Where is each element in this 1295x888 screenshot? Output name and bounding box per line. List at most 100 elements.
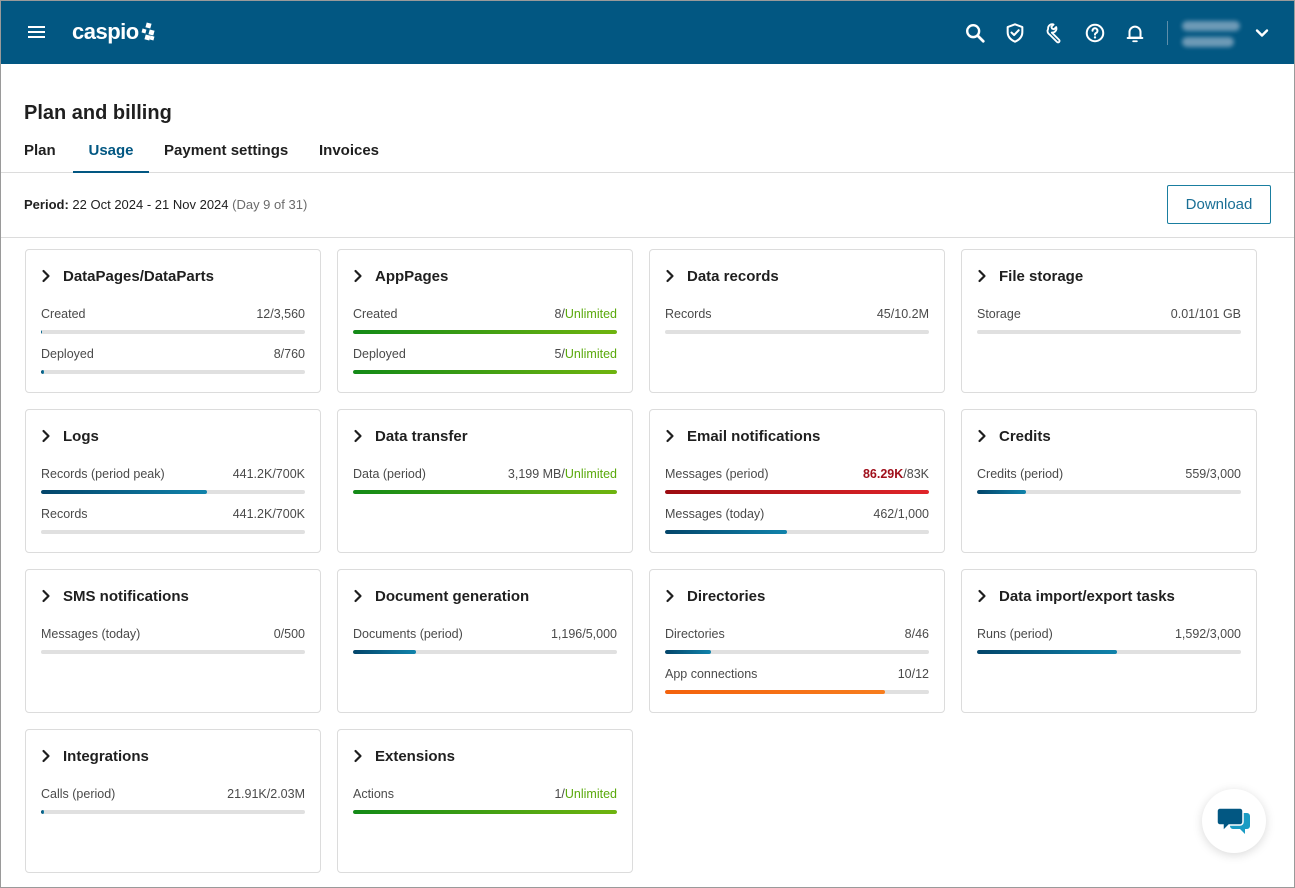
metric-used: 86.29K [862, 467, 904, 481]
usage-progress-fill [665, 650, 711, 654]
card-expand-toggle[interactable]: Credits [977, 425, 1051, 447]
usage-progress-fill [41, 370, 44, 374]
card-title: Logs [63, 427, 99, 445]
chevron-right-icon [353, 589, 365, 603]
usage-progress-bar [353, 330, 617, 334]
usage-progress-bar [665, 490, 929, 494]
metric-limit: 12 [915, 667, 929, 681]
metric-label: Runs (period) [977, 627, 1053, 641]
chevron-down-icon[interactable] [1242, 13, 1282, 53]
usage-card: DataPages/DataParts Created 12/3,560 Deploy… [25, 249, 321, 393]
card-title: Data import/export tasks [999, 587, 1175, 605]
search-icon[interactable] [955, 13, 995, 53]
card-expand-toggle[interactable]: Data import/export tasks [977, 585, 1175, 607]
card-expand-toggle[interactable]: File storage [977, 265, 1083, 287]
metric-limit: 2.03M [270, 787, 305, 801]
metric-value: 1/Unlimited [554, 787, 617, 801]
metric-label: Calls (period) [41, 787, 116, 801]
usage-progress-fill [41, 810, 44, 814]
logo-mark-icon [141, 21, 155, 43]
chat-support-button[interactable] [1202, 789, 1266, 853]
metric-value: 8/Unlimited [554, 307, 617, 321]
metric-value: 3,199 MB/Unlimited [507, 467, 617, 481]
chevron-right-icon [665, 269, 677, 283]
metric-used: 12 [256, 307, 271, 321]
metric-value: 559/3,000 [1185, 467, 1241, 481]
tab-payment-settings[interactable]: Payment settings [164, 139, 290, 173]
chevron-right-icon [41, 589, 53, 603]
card-expand-toggle[interactable]: Logs [41, 425, 99, 447]
metric-limit: Unlimited [564, 787, 617, 801]
metric-label: Messages (today) [665, 507, 765, 521]
usage-card: Extensions Actions 1/Unlimited [337, 729, 633, 873]
tab-bar: Plan Usage Payment settings Invoices [1, 139, 1294, 173]
usage-metric: App connections 10/12 [665, 666, 929, 706]
usage-card: AppPages Created 8/Unlimited Deployed 5/Unli… [337, 249, 633, 393]
caspio-logo[interactable]: caspio [72, 17, 155, 47]
chevron-right-icon [665, 429, 677, 443]
period-label: Period: [24, 197, 69, 212]
metric-value: 441.2K/700K [232, 507, 305, 521]
usage-card: Credits Credits (period) 559/3,000 [961, 409, 1257, 553]
metric-value: 0/500 [273, 627, 305, 641]
usage-card: Logs Records (period peak) 441.2K/700K Reco… [25, 409, 321, 553]
metric-value: 8/46 [904, 627, 929, 641]
usage-card: Data transfer Data (period) 3,199 MB/Unlim… [337, 409, 633, 553]
card-title: SMS notifications [63, 587, 189, 605]
metric-value: 12/3,560 [256, 307, 305, 321]
card-expand-toggle[interactable]: Extensions [353, 745, 455, 767]
card-expand-toggle[interactable]: DataPages/DataParts [41, 265, 214, 287]
card-expand-toggle[interactable]: AppPages [353, 265, 448, 287]
tab-plan[interactable]: Plan [24, 139, 58, 173]
usage-card: Data import/export tasks Runs (period) 1,5… [961, 569, 1257, 713]
usage-card: Data records Records 45/10.2M [649, 249, 945, 393]
wrench-icon[interactable] [1035, 13, 1075, 53]
tab-usage[interactable]: Usage [73, 139, 149, 173]
metric-value: 441.2K/700K [232, 467, 305, 481]
download-button[interactable]: Download [1167, 185, 1271, 224]
usage-progress-bar [41, 490, 305, 494]
help-icon[interactable] [1075, 13, 1115, 53]
usage-progress-fill [665, 490, 929, 494]
usage-progress-bar [41, 810, 305, 814]
top-navigation-bar: caspio [1, 1, 1294, 64]
metric-limit: 1,000 [897, 507, 929, 521]
usage-metric: Documents (period) 1,196/5,000 [353, 626, 617, 666]
usage-progress-bar [977, 330, 1241, 334]
hamburger-menu-icon[interactable] [27, 23, 47, 41]
card-title: File storage [999, 267, 1084, 285]
usage-progress-bar [41, 650, 305, 654]
card-expand-toggle[interactable]: Data records [665, 265, 779, 287]
usage-progress-fill [665, 690, 885, 694]
bell-icon[interactable] [1115, 13, 1155, 53]
tab-invoices[interactable]: Invoices [319, 139, 381, 173]
card-expand-toggle[interactable]: Data transfer [353, 425, 468, 447]
usage-progress-fill [353, 490, 617, 494]
chevron-right-icon [41, 269, 53, 283]
usage-metric: Messages (today) 462/1,000 [665, 506, 929, 546]
metric-used: 441.2K [232, 507, 273, 521]
usage-metric: Deployed 8/760 [41, 346, 305, 386]
shield-check-icon[interactable] [995, 13, 1035, 53]
usage-progress-bar [41, 370, 305, 374]
metric-value: 1,592/3,000 [1174, 627, 1241, 641]
card-expand-toggle[interactable]: Integrations [41, 745, 149, 767]
usage-progress-bar [353, 370, 617, 374]
card-expand-toggle[interactable]: SMS notifications [41, 585, 189, 607]
usage-card: File storage Storage 0.01/101 GB [961, 249, 1257, 393]
card-expand-toggle[interactable]: Directories [665, 585, 765, 607]
card-title: Document generation [375, 587, 530, 605]
metric-value: 10/12 [897, 667, 929, 681]
usage-progress-fill [353, 810, 617, 814]
card-expand-toggle[interactable]: Document generation [353, 585, 529, 607]
metric-used: 559 [1185, 467, 1207, 481]
metric-used: 1 [554, 787, 562, 801]
brand-name: caspio [72, 19, 139, 44]
billing-period: Period: 22 Oct 2024 - 21 Nov 2024 (Day 9… [24, 197, 307, 212]
card-expand-toggle[interactable]: Email notifications [665, 425, 820, 447]
metric-value: 8/760 [273, 347, 305, 361]
chevron-right-icon [977, 429, 989, 443]
user-account-name[interactable] [1182, 13, 1242, 53]
usage-progress-fill [977, 490, 1027, 494]
metric-label: Directories [665, 627, 725, 641]
